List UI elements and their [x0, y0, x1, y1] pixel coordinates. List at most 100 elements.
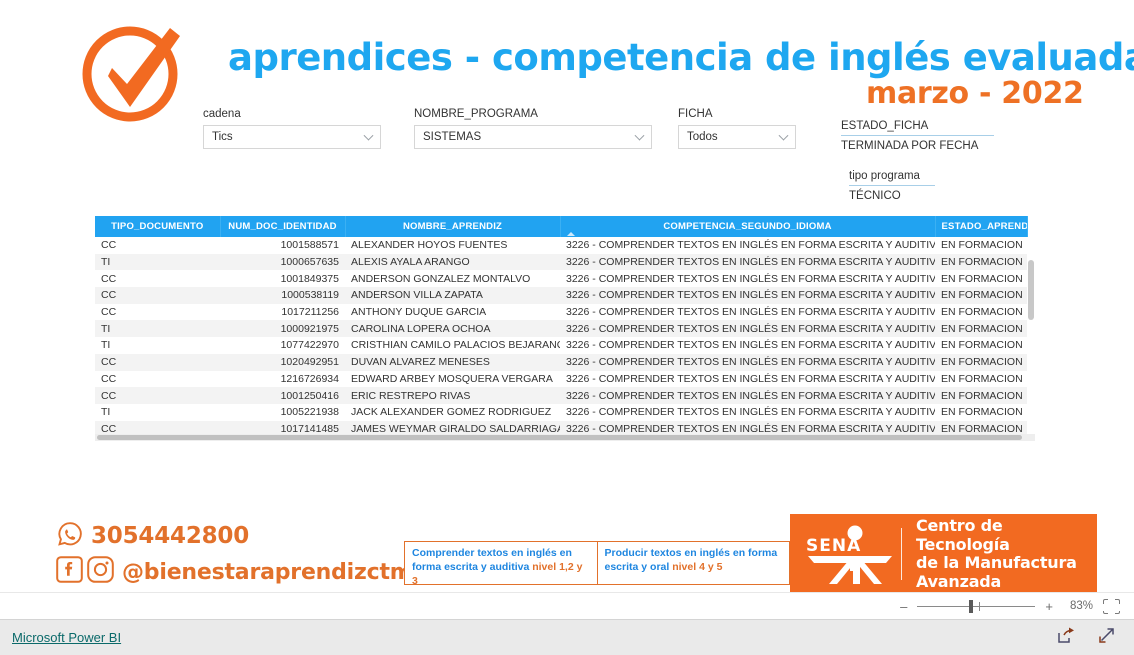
table-vertical-scrollbar-thumb[interactable] — [1028, 260, 1034, 320]
sena-center-name-line3: Avanzada — [915, 571, 1002, 591]
cell-competencia-segundo-idioma: 3226 - COMPRENDER TEXTOS EN INGLÉS EN FO… — [566, 306, 935, 319]
cell-nombre-aprendiz: ALEXIS AYALA ARANGO — [345, 253, 560, 271]
table-header: TIPO_DOCUMENTO NUM_DOC_IDENTIDAD NOMBRE_… — [95, 216, 1028, 237]
zoom-slider[interactable] — [917, 599, 1036, 613]
table-row[interactable]: CC 1001588571 ALEXANDER HOYOS FUENTES 3226 … — [95, 237, 1027, 254]
cell-estado-aprendiz: EN FORMACION — [941, 372, 1023, 385]
cell-nombre-aprendiz: ERIC RESTREPO RIVAS — [345, 387, 560, 404]
cell-estado-aprendiz: EN FORMACION — [941, 272, 1023, 285]
cell-estado-aprendiz: EN FORMACION — [941, 239, 1023, 252]
cell-estado-aprendiz: EN FORMACION — [935, 387, 1027, 404]
table-horizontal-scrollbar-thumb[interactable] — [97, 435, 1022, 440]
slicer-cadena-dropdown[interactable]: Tics — [203, 125, 381, 149]
cell-num-doc-identidad: 1017211256 — [281, 306, 339, 319]
column-header-num-doc-identidad[interactable]: NUM_DOC_IDENTIDAD — [220, 216, 346, 237]
cell-competencia-segundo-idioma: 3226 - COMPRENDER TEXTOS EN INGLÉS EN FO… — [560, 287, 935, 304]
contact-social-handle: @bienestaraprendizctma — [122, 559, 428, 585]
slicer-ficha-label: FICHA — [678, 108, 713, 120]
contact-social-row: @bienestaraprendizctma — [56, 554, 427, 590]
cell-competencia-segundo-idioma: 3226 - COMPRENDER TEXTOS EN INGLÉS EN FO… — [566, 406, 935, 419]
slicer-nombre-programa-value: SISTEMAS — [423, 131, 482, 143]
power-bi-report-viewer: aprendices - competencia de inglés evalu… — [0, 0, 1134, 655]
share-icon[interactable] — [1056, 626, 1075, 650]
table-vertical-scrollbar[interactable] — [1027, 237, 1035, 441]
aprendices-table[interactable]: TIPO_DOCUMENTO NUM_DOC_IDENTIDAD NOMBRE_… — [95, 216, 1035, 441]
cell-tipo-documento: CC — [95, 353, 220, 371]
cell-nombre-aprendiz: ANTHONY DUQUE GARCIA — [351, 306, 487, 319]
instagram-icon — [87, 556, 114, 588]
table-row[interactable]: CC 1017211256 ANTHONY DUQUE GARCIA 3226 - C… — [95, 304, 1027, 321]
zoom-in-button[interactable]: + — [1045, 600, 1053, 613]
table-row[interactable]: CC 1216726934 EDWARD ARBEY MOSQUERA VERGAR… — [95, 371, 1027, 388]
column-header-competencia-label: COMPETENCIA_SEGUNDO_IDIOMA — [663, 221, 832, 232]
zoom-level-label: 83% — [1069, 600, 1093, 612]
table-header-row: TIPO_DOCUMENTO NUM_DOC_IDENTIDAD NOMBRE_… — [95, 216, 1028, 237]
cell-tipo-documento: CC — [101, 306, 117, 319]
cell-tipo-documento: TI — [101, 339, 111, 352]
sena-center-name-line2: de la Manufactura — [915, 553, 1077, 572]
contact-phone-row: 3054442800 — [56, 518, 427, 554]
sena-logo-banner: SENA Centro de Tecnología de la Manufact… — [790, 514, 1097, 594]
cell-num-doc-identidad: 1020492951 — [220, 353, 345, 371]
slicer-ficha[interactable]: FICHA Todos — [678, 108, 796, 149]
zoom-slider-thumb[interactable] — [969, 599, 974, 613]
cell-competencia-segundo-idioma: 3226 - COMPRENDER TEXTOS EN INGLÉS EN FO… — [566, 339, 935, 352]
cell-competencia-segundo-idioma: 3226 - COMPRENDER TEXTOS EN INGLÉS EN FO… — [560, 387, 935, 404]
cell-nombre-aprendiz: ANDERSON GONZALEZ MONTALVO — [351, 272, 531, 285]
fullscreen-icon[interactable] — [1097, 626, 1116, 650]
table-row[interactable]: TI 1005221938 JACK ALEXANDER GOMEZ RODRIGU… — [95, 404, 1027, 421]
table-row[interactable]: TI 1000921975 CAROLINA LOPERA OCHOA 3226 - … — [95, 320, 1027, 338]
table-body: CC 1001588571 ALEXANDER HOYOS FUENTES 3226 … — [95, 237, 1027, 438]
cell-nombre-aprendiz: DUVAN ALVAREZ MENESES — [345, 353, 560, 371]
cell-competencia-segundo-idioma: 3226 - COMPRENDER TEXTOS EN INGLÉS EN FO… — [566, 272, 935, 285]
table-row[interactable]: CC 1001250416 ERIC RESTREPO RIVAS 3226 - CO… — [95, 387, 1027, 404]
facebook-icon — [56, 556, 83, 588]
cell-nombre-aprendiz: CRISTHIAN CAMILO PALACIOS BEJARANO — [351, 339, 560, 352]
table-row[interactable]: TI 1077422970 CRISTHIAN CAMILO PALACIOS BE… — [95, 337, 1027, 354]
contact-phone-number: 3054442800 — [91, 523, 250, 549]
card-rule — [849, 185, 935, 186]
cell-num-doc-identidad: 1001849375 — [280, 272, 339, 285]
slicer-cadena-label: cadena — [203, 108, 241, 120]
cell-num-doc-identidad: 1001250416 — [220, 387, 345, 404]
card-tipo-programa: tipo programa TÉCNICO — [849, 170, 935, 202]
table-horizontal-scrollbar[interactable] — [95, 434, 1035, 441]
microsoft-power-bi-link[interactable]: Microsoft Power BI — [12, 630, 121, 645]
card-tipo-programa-value: TÉCNICO — [849, 190, 901, 202]
zoom-out-button[interactable]: – — [900, 600, 907, 613]
slicer-cadena[interactable]: cadena Tics — [203, 108, 381, 149]
cell-num-doc-identidad: 1000657635 — [220, 253, 345, 271]
cell-estado-aprendiz: EN FORMACION — [935, 320, 1027, 338]
column-header-nombre-aprendiz[interactable]: NOMBRE_APRENDIZ — [345, 216, 561, 237]
fit-to-page-icon[interactable] — [1103, 598, 1122, 616]
cell-tipo-documento: CC — [101, 239, 117, 252]
report-subtitle-period: marzo - 2022 — [866, 76, 1084, 111]
report-title: aprendices - competencia de inglés evalu… — [228, 36, 1134, 79]
slicer-nombre-programa-dropdown[interactable]: SISTEMAS — [414, 125, 652, 149]
cell-nombre-aprendiz: JACK ALEXANDER GOMEZ RODRIGUEZ — [351, 406, 552, 419]
column-header-estado-aprendiz[interactable]: ESTADO_APRENDIZ — [935, 216, 1028, 237]
slicer-nombre-programa-label: NOMBRE_PROGRAMA — [414, 108, 538, 120]
sena-center-name-line1: Centro de Tecnología — [915, 516, 1010, 554]
zoom-toolbar: – + 83% — [0, 592, 1134, 619]
slicer-nombre-programa[interactable]: NOMBRE_PROGRAMA SISTEMAS — [414, 108, 652, 149]
legend-item-producir: Producir textos en inglés en forma escri… — [598, 542, 790, 584]
column-header-tipo-documento[interactable]: TIPO_DOCUMENTO — [95, 216, 221, 237]
slicer-cadena-value: Tics — [212, 131, 233, 143]
table: TIPO_DOCUMENTO NUM_DOC_IDENTIDAD NOMBRE_… — [95, 216, 1028, 438]
status-bar-actions — [1056, 626, 1116, 650]
slicer-ficha-dropdown[interactable]: Todos — [678, 125, 796, 149]
table-row[interactable]: CC 1020492951 DUVAN ALVAREZ MENESES 3226 - … — [95, 353, 1027, 371]
table-row[interactable]: CC 1000538119 ANDERSON VILLA ZAPATA 3226 - … — [95, 287, 1027, 304]
cell-num-doc-identidad: 1001588571 — [280, 239, 339, 252]
sena-emblem-icon: SENA — [800, 524, 895, 584]
cell-estado-aprendiz: EN FORMACION — [935, 287, 1027, 304]
cell-nombre-aprendiz: EDWARD ARBEY MOSQUERA VERGARA — [351, 372, 553, 385]
column-header-competencia-segundo-idioma[interactable]: COMPETENCIA_SEGUNDO_IDIOMA — [560, 216, 936, 237]
svg-text:SENA: SENA — [806, 536, 861, 556]
table-row[interactable]: CC 1001849375 ANDERSON GONZALEZ MONTALVO 32… — [95, 270, 1027, 287]
card-tipo-programa-title: tipo programa — [849, 170, 920, 182]
chevron-down-icon — [778, 130, 789, 141]
table-row[interactable]: TI 1000657635 ALEXIS AYALA ARANGO 3226 - CO… — [95, 253, 1027, 271]
cell-estado-aprendiz: EN FORMACION — [941, 339, 1023, 352]
